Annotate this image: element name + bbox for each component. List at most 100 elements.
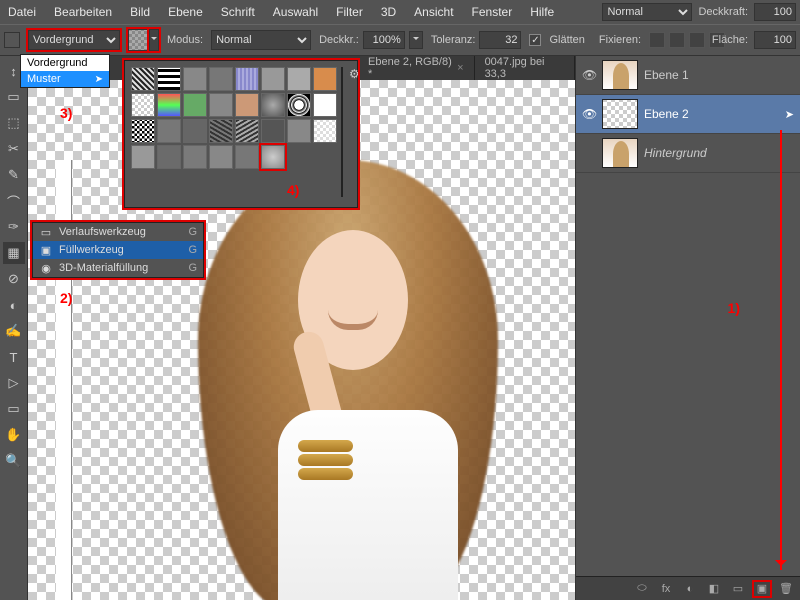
- close-icon[interactable]: ×: [457, 62, 463, 74]
- layer-name[interactable]: Hintergrund: [644, 146, 794, 160]
- pattern-swatch[interactable]: [128, 29, 150, 51]
- pattern-thumb[interactable]: [157, 67, 181, 91]
- gear-icon[interactable]: ⚙: [349, 67, 360, 201]
- menu-filter[interactable]: Filter: [336, 5, 363, 19]
- menu-schrift[interactable]: Schrift: [221, 5, 255, 19]
- menu-3d[interactable]: 3D: [381, 5, 396, 19]
- fill-value[interactable]: 100: [754, 31, 796, 49]
- pattern-thumb[interactable]: [131, 145, 155, 169]
- antialias-checkbox[interactable]: ✓: [529, 34, 541, 46]
- opacity-arrow[interactable]: [409, 31, 423, 49]
- fx-icon[interactable]: fx: [658, 582, 674, 596]
- mode-select[interactable]: Normal: [211, 30, 311, 50]
- flyout-fill[interactable]: ▣ Füllwerkzeug G: [33, 241, 203, 259]
- pattern-thumb[interactable]: [131, 119, 155, 143]
- eyedropper-tool[interactable]: ✎: [3, 164, 25, 186]
- mask-icon[interactable]: ◐: [682, 582, 698, 596]
- pattern-thumb[interactable]: [209, 93, 233, 117]
- pattern-thumb[interactable]: [287, 119, 311, 143]
- pattern-thumb[interactable]: [183, 93, 207, 117]
- layer-row-selected[interactable]: 👁 Ebene 2 ➤: [576, 95, 800, 134]
- lasso-tool[interactable]: ⬚: [3, 112, 25, 134]
- path-tool[interactable]: ▷: [3, 372, 25, 394]
- pattern-thumb[interactable]: [131, 93, 155, 117]
- pattern-thumb[interactable]: [261, 67, 285, 91]
- zoom-tool[interactable]: 🔍: [3, 450, 25, 472]
- fill-source-popup[interactable]: Vordergrund Muster➤: [20, 54, 110, 88]
- pattern-thumb[interactable]: [183, 67, 207, 91]
- adjustment-icon[interactable]: ◧: [706, 582, 722, 596]
- fill-source-dropdown[interactable]: Vordergrund: [28, 30, 120, 50]
- layer-row[interactable]: 👁 Ebene 1: [576, 56, 800, 95]
- pattern-thumb[interactable]: [157, 93, 181, 117]
- pen-tool[interactable]: ✍: [3, 320, 25, 342]
- pattern-thumb[interactable]: [235, 93, 259, 117]
- pattern-thumb[interactable]: [235, 67, 259, 91]
- menu-datei[interactable]: Datei: [8, 5, 36, 19]
- pattern-thumb[interactable]: [157, 145, 181, 169]
- pattern-picker-panel[interactable]: ⚙: [124, 60, 358, 208]
- crop-tool[interactable]: ✂: [3, 138, 25, 160]
- shape-tool[interactable]: ▭: [3, 398, 25, 420]
- marquee-tool[interactable]: ▭: [3, 86, 25, 108]
- layer-name[interactable]: Ebene 2: [644, 107, 779, 121]
- pattern-thumb[interactable]: [183, 119, 207, 143]
- new-layer-button[interactable]: ▣: [754, 582, 770, 596]
- eraser-tool[interactable]: ⊘: [3, 268, 25, 290]
- tool-preset-icon[interactable]: [4, 32, 20, 48]
- menu-fenster[interactable]: Fenster: [472, 5, 513, 19]
- pattern-thumb[interactable]: [261, 93, 285, 117]
- popup-item-muster[interactable]: Muster➤: [21, 71, 109, 87]
- pattern-thumb[interactable]: [313, 93, 337, 117]
- group-icon[interactable]: ▭: [730, 582, 746, 596]
- delete-layer-icon[interactable]: 🗑: [778, 582, 794, 596]
- pattern-thumb[interactable]: [287, 93, 311, 117]
- visibility-icon[interactable]: 👁: [582, 68, 596, 82]
- hand-tool[interactable]: ✋: [3, 424, 25, 446]
- menu-bearbeiten[interactable]: Bearbeiten: [54, 5, 112, 19]
- pattern-thumb[interactable]: [313, 119, 337, 143]
- menu-hilfe[interactable]: Hilfe: [530, 5, 554, 19]
- pattern-thumb[interactable]: [287, 67, 311, 91]
- layer-name[interactable]: Ebene 1: [644, 68, 794, 82]
- tab-active[interactable]: Ebene 2, RGB/8) *×: [358, 56, 475, 80]
- bucket-tool[interactable]: ▦: [3, 242, 25, 264]
- menu-ansicht[interactable]: Ansicht: [414, 5, 453, 19]
- pattern-thumb[interactable]: [235, 119, 259, 143]
- menu-ebene[interactable]: Ebene: [168, 5, 203, 19]
- pattern-thumb[interactable]: [183, 145, 207, 169]
- menu-bild[interactable]: Bild: [130, 5, 150, 19]
- layer-row[interactable]: Hintergrund: [576, 134, 800, 173]
- pattern-thumb[interactable]: [209, 145, 233, 169]
- lock-pixels-icon[interactable]: [669, 32, 685, 48]
- menu-auswahl[interactable]: Auswahl: [273, 5, 318, 19]
- dodge-tool[interactable]: ◐: [3, 294, 25, 316]
- pattern-scrollbar[interactable]: [341, 67, 343, 197]
- pattern-thumb[interactable]: [209, 119, 233, 143]
- lock-transparency-icon[interactable]: [649, 32, 665, 48]
- tab[interactable]: 0047.jpg bei 33,3: [475, 56, 575, 80]
- opacity-top-value[interactable]: 100: [754, 3, 796, 21]
- layer-thumb[interactable]: [602, 60, 638, 90]
- flyout-3d-material[interactable]: ◉ 3D-Materialfüllung G: [33, 259, 203, 277]
- blend-mode-select[interactable]: Normal: [602, 3, 692, 21]
- pattern-thumb[interactable]: [235, 145, 259, 169]
- pattern-thumb-selected[interactable]: [261, 145, 285, 169]
- opacity-value[interactable]: 100%: [363, 31, 405, 49]
- pattern-thumb[interactable]: [157, 119, 181, 143]
- pattern-thumb[interactable]: [313, 67, 337, 91]
- bucket-flyout[interactable]: ▭ Verlaufswerkzeug G ▣ Füllwerkzeug G ◉ …: [32, 222, 204, 278]
- stamp-tool[interactable]: ✑: [3, 216, 25, 238]
- pattern-thumb[interactable]: [131, 67, 155, 91]
- layer-thumb[interactable]: [602, 99, 638, 129]
- pattern-thumb[interactable]: [261, 119, 285, 143]
- visibility-icon[interactable]: 👁: [582, 107, 596, 121]
- flyout-gradient[interactable]: ▭ Verlaufswerkzeug G: [33, 223, 203, 241]
- lock-position-icon[interactable]: [689, 32, 705, 48]
- type-tool[interactable]: T: [3, 346, 25, 368]
- pattern-picker-arrow[interactable]: [149, 29, 159, 51]
- popup-item-vordergrund[interactable]: Vordergrund: [21, 55, 109, 71]
- layer-thumb[interactable]: [602, 138, 638, 168]
- brush-tool[interactable]: ⌒: [3, 190, 25, 212]
- pattern-thumb[interactable]: [209, 67, 233, 91]
